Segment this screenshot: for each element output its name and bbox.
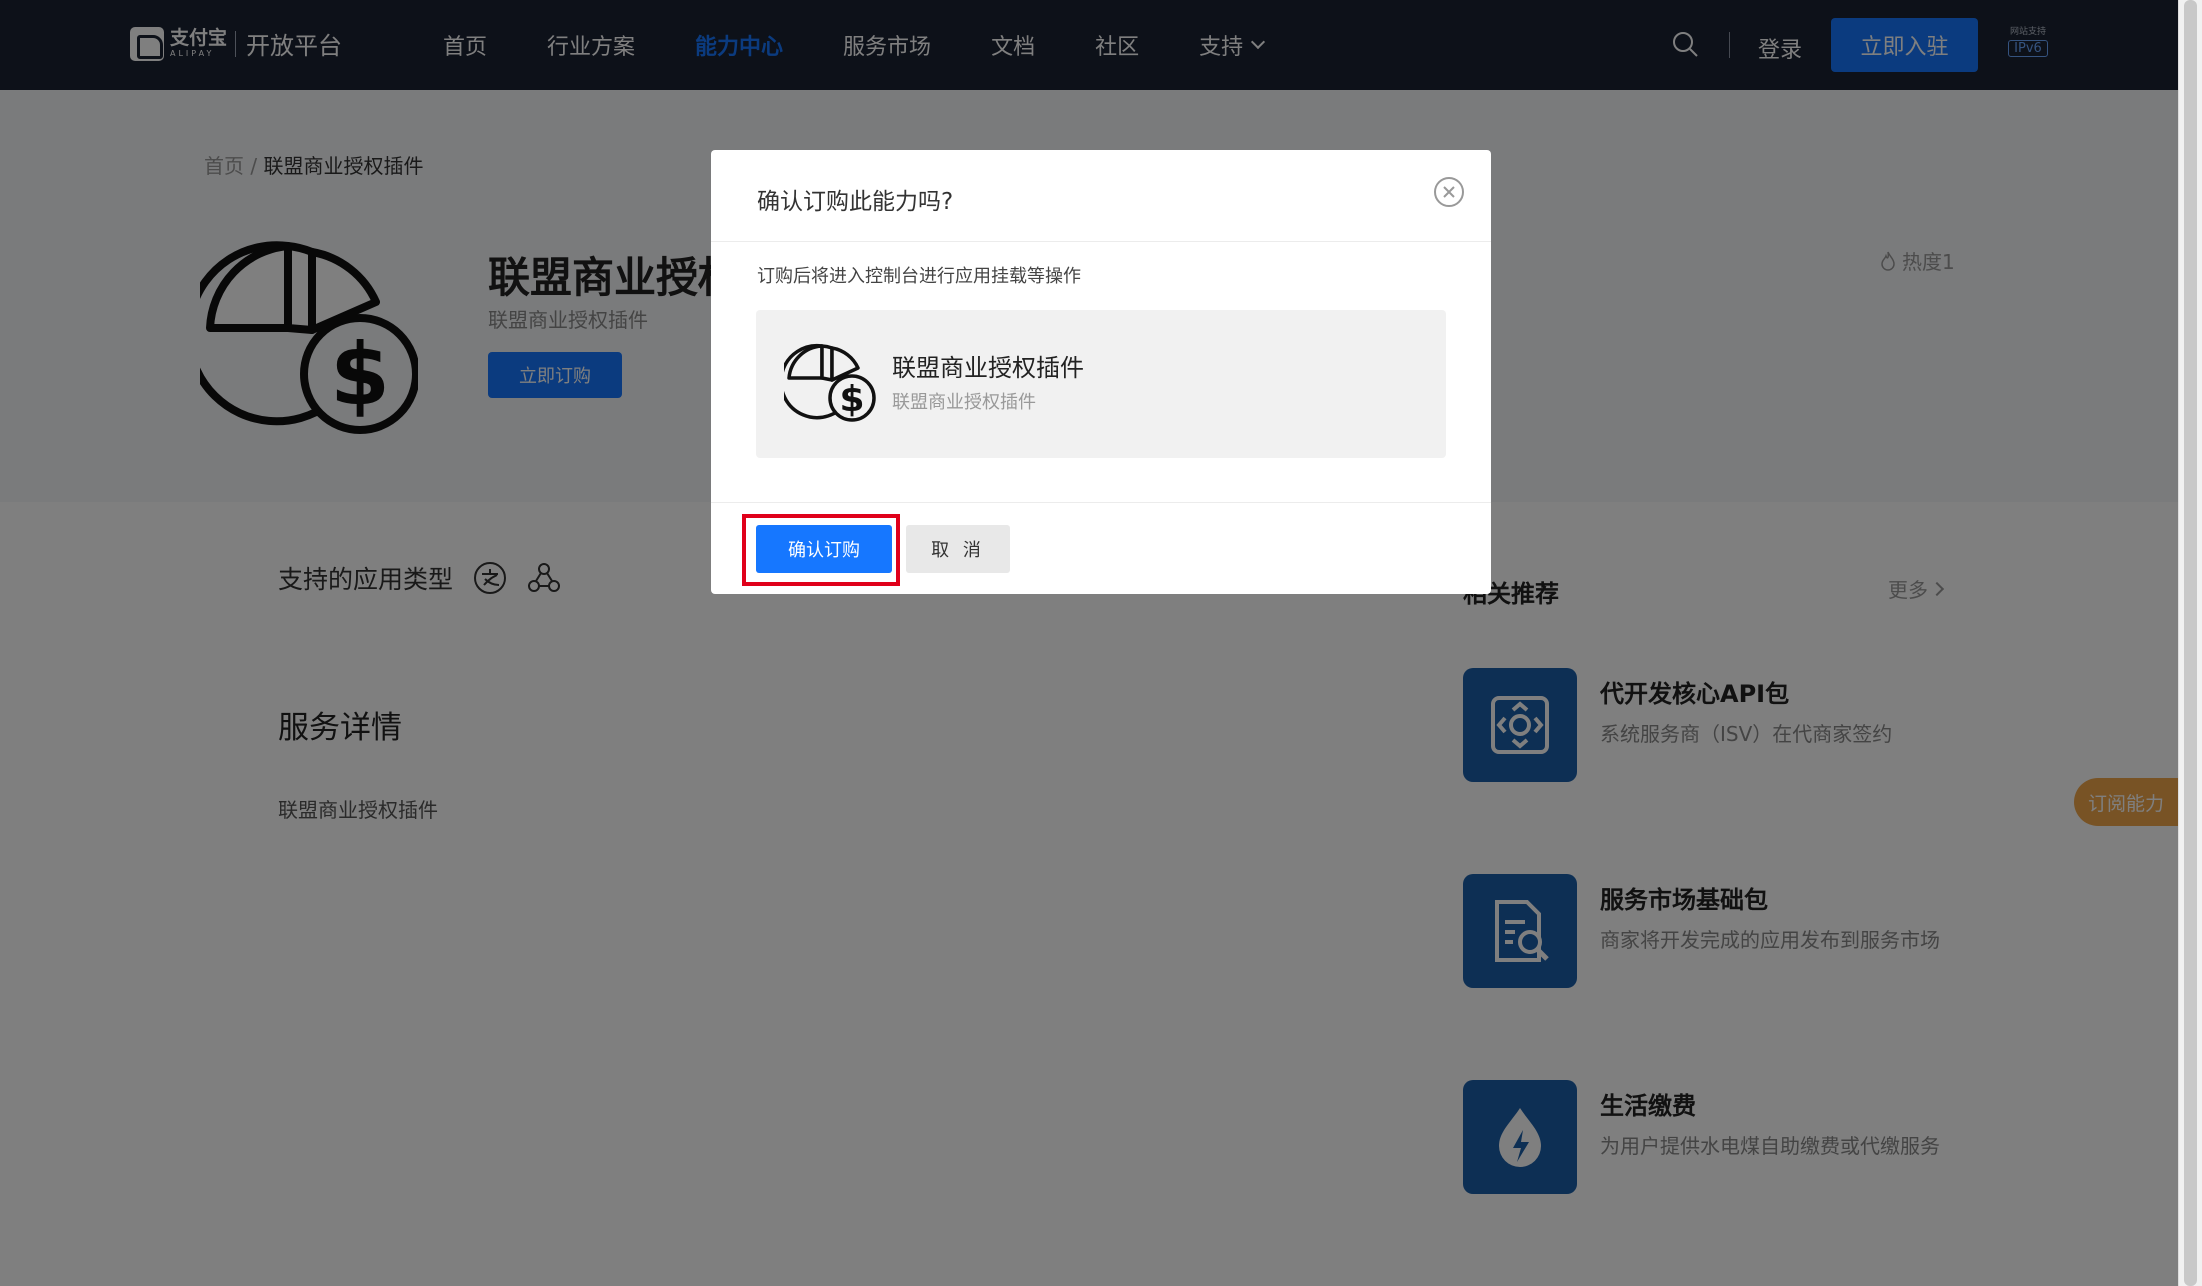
highlight-box xyxy=(742,514,900,586)
close-icon[interactable] xyxy=(1433,176,1465,208)
dialog-description: 订购后将进入控制台进行应用挂载等操作 xyxy=(757,266,1081,287)
page-scrollbar[interactable] xyxy=(2178,0,2202,1286)
card-subtitle: 联盟商业授权插件 xyxy=(892,392,1036,413)
dialog-footer-divider xyxy=(711,502,1491,503)
dialog-header: 确认订购此能力吗? xyxy=(711,150,1491,242)
dialog-title: 确认订购此能力吗? xyxy=(757,189,954,215)
card-title: 联盟商业授权插件 xyxy=(892,354,1084,382)
pie-chart-dollar-icon: $ xyxy=(784,343,876,422)
cancel-button[interactable]: 取 消 xyxy=(906,525,1010,573)
scrollbar-thumb[interactable] xyxy=(2184,0,2197,1286)
product-card: $ 联盟商业授权插件 联盟商业授权插件 xyxy=(756,310,1446,458)
svg-text:$: $ xyxy=(839,379,864,420)
